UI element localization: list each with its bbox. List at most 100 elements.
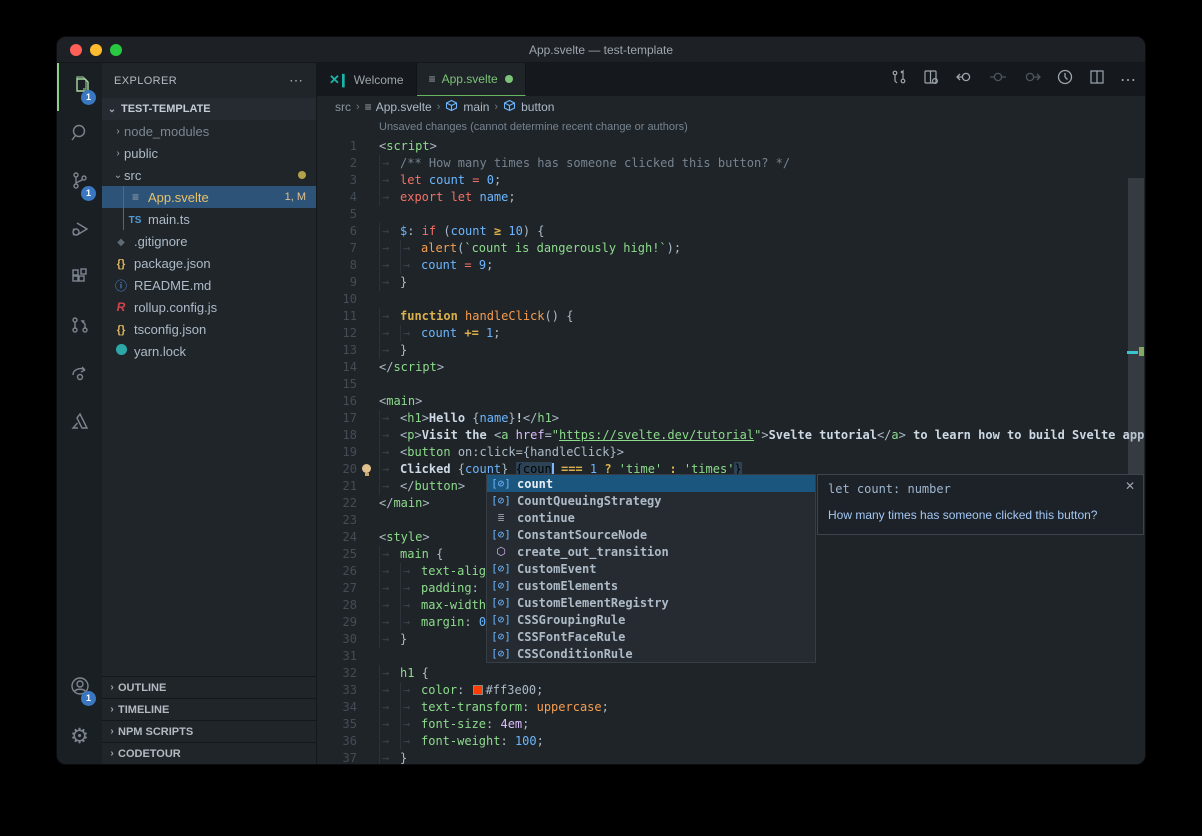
tree-item-label: README.md (134, 278, 211, 293)
section-timeline[interactable]: ›TIMELINE (102, 698, 316, 720)
suggest-item-create_out_transition[interactable]: ⬡create_out_transition (487, 543, 815, 560)
code-line-37[interactable]: 37→} (317, 750, 1145, 765)
breadcrumb-main[interactable]: main (463, 100, 489, 114)
code-line-4[interactable]: 4→export let name; (317, 189, 1145, 206)
line-number: 17 (317, 410, 357, 427)
title-bar[interactable]: App.svelte — test-template (57, 37, 1145, 63)
color-swatch[interactable] (473, 685, 483, 695)
split-editor-icon[interactable] (1088, 68, 1106, 91)
tab-welcome[interactable]: ✕❙ Welcome (317, 63, 417, 96)
code-line-14[interactable]: 14</script> (317, 359, 1145, 376)
settings-button[interactable]: ⚙ (57, 712, 102, 760)
tree-item-main-ts[interactable]: TSmain.ts (102, 208, 316, 230)
accounts-button[interactable]: 1 (57, 664, 102, 712)
breadcrumb-file[interactable]: App.svelte (376, 100, 432, 114)
code-line-17[interactable]: 17→<h1>Hello {name}!</h1> (317, 410, 1145, 427)
symbol-cube-icon: ⬡ (491, 545, 511, 558)
code-line-5[interactable]: 5 (317, 206, 1145, 223)
suggest-item-count[interactable]: [⊘]count (487, 475, 815, 492)
section-outline[interactable]: ›OUTLINE (102, 676, 316, 698)
sidebar-item-github-pull-requests[interactable] (57, 303, 102, 351)
code-line-1[interactable]: 1<script> (317, 138, 1145, 155)
run-debug-icon (68, 217, 92, 246)
code-line-19[interactable]: 19→<button on:click={handleClick}> (317, 444, 1145, 461)
line-number: 10 (317, 291, 357, 308)
step-back-icon[interactable] (954, 68, 974, 91)
tree-item-package-json[interactable]: {}package.json (102, 252, 316, 274)
sidebar-item-explorer[interactable]: 1 (57, 63, 102, 111)
tree-item--gitignore[interactable]: ◆.gitignore (102, 230, 316, 252)
suggest-item-customelements[interactable]: [⊘]customElements (487, 577, 815, 594)
section-npm-scripts[interactable]: ›NPM SCRIPTS (102, 720, 316, 742)
code-line-7[interactable]: 7→→alert(`count is dangerously high!`); (317, 240, 1145, 257)
code-line-3[interactable]: 3→let count = 0; (317, 172, 1145, 189)
tab-whitespace: → (400, 614, 421, 631)
suggest-item-cssconditionrule[interactable]: [⊘]CSSConditionRule (487, 645, 815, 662)
code-line-18[interactable]: 18→<p>Visit the <a href="https://svelte.… (317, 427, 1145, 444)
open-changes-icon[interactable] (890, 68, 908, 91)
code-line-9[interactable]: 9→} (317, 274, 1145, 291)
source-control-badge: 1 (81, 186, 96, 201)
code-line-11[interactable]: 11→function handleClick() { (317, 308, 1145, 325)
code-line-33[interactable]: 33→→color: #ff3e00; (317, 682, 1145, 699)
code-line-8[interactable]: 8→→count = 9; (317, 257, 1145, 274)
suggest-item-cssgroupingrule[interactable]: [⊘]CSSGroupingRule (487, 611, 815, 628)
tree-item-readme-md[interactable]: ⓘREADME.md (102, 274, 316, 296)
code-editor[interactable]: Unsaved changes (cannot determine recent… (317, 118, 1145, 764)
code-line-2[interactable]: 2→/** How many times has someone clicked… (317, 155, 1145, 172)
sidebar-item-live-share[interactable] (57, 351, 102, 399)
lightbulb-icon[interactable] (361, 464, 372, 475)
sidebar-item-source-control[interactable]: 1 (57, 159, 102, 207)
line-number: 16 (317, 393, 357, 410)
suggest-docs-panel: let count: number How many times has som… (817, 474, 1144, 535)
tree-item-tsconfig-json[interactable]: {}tsconfig.json (102, 318, 316, 340)
open-preview-icon[interactable] (922, 68, 940, 91)
more-actions-icon[interactable]: ⋯ (1120, 70, 1137, 90)
explorer-more-actions-button[interactable]: ⋯ (289, 72, 304, 89)
symbol-var-icon: [⊘] (491, 630, 511, 643)
code-line-34[interactable]: 34→→text-transform: uppercase; (317, 699, 1145, 716)
suggest-item-countqueuingstrategy[interactable]: [⊘]CountQueuingStrategy (487, 492, 815, 509)
workspace-root-folder[interactable]: ⌄ TEST-TEMPLATE (102, 98, 316, 120)
code-line-13[interactable]: 13→} (317, 342, 1145, 359)
suggest-item-customevent[interactable]: [⊘]CustomEvent (487, 560, 815, 577)
sidebar-item-run-debug[interactable] (57, 207, 102, 255)
code-line-36[interactable]: 36→→font-weight: 100; (317, 733, 1145, 750)
code-line-6[interactable]: 6→$: if (count ≥ 10) { (317, 223, 1145, 240)
breadcrumb-button[interactable]: button (521, 100, 554, 114)
suggest-item-continue[interactable]: ≣continue (487, 509, 815, 526)
suggest-item-constantsourcenode[interactable]: [⊘]ConstantSourceNode (487, 526, 815, 543)
code-line-12[interactable]: 12→→count += 1; (317, 325, 1145, 342)
editor-group: ✕❙ Welcome ≡ App.svelte ⋯ src › (317, 63, 1145, 764)
tree-item-public[interactable]: ›public (102, 142, 316, 164)
sidebar-item-azure[interactable] (57, 399, 102, 447)
code-line-10[interactable]: 10 (317, 291, 1145, 308)
tab-whitespace: → (379, 682, 400, 699)
modified-dot-icon[interactable] (505, 75, 513, 83)
line-number: 6 (317, 223, 357, 240)
code-line-32[interactable]: 32→h1 { (317, 665, 1145, 682)
tree-item-yarn-lock[interactable]: yarn.lock (102, 340, 316, 362)
section-codetour[interactable]: ›CODETOUR (102, 742, 316, 764)
chevron-right-icon: › (494, 101, 498, 113)
tree-item-src[interactable]: ⌄src (102, 164, 316, 186)
sidebar-item-search[interactable] (57, 111, 102, 159)
code-line-15[interactable]: 15 (317, 376, 1145, 393)
tab-app-svelte[interactable]: ≡ App.svelte (417, 63, 526, 96)
tree-item-app-svelte[interactable]: ≡App.svelte1, M (102, 186, 316, 208)
line-number: 31 (317, 648, 357, 665)
tree-item-rollup-config-js[interactable]: Rrollup.config.js (102, 296, 316, 318)
sidebar-item-extensions[interactable] (57, 255, 102, 303)
file-tree: ›node_modules›public⌄src≡App.svelte1, MT… (102, 120, 316, 362)
code-line-35[interactable]: 35→→font-size: 4em; (317, 716, 1145, 733)
tree-item-node-modules[interactable]: ›node_modules (102, 120, 316, 142)
suggest-item-customelementregistry[interactable]: [⊘]CustomElementRegistry (487, 594, 815, 611)
suggest-item-cssfontfacerule[interactable]: [⊘]CSSFontFaceRule (487, 628, 815, 645)
breadcrumb-src[interactable]: src (335, 100, 351, 114)
chevron-icon: ⌄ (112, 170, 124, 181)
editor-scrollbar[interactable] (1128, 178, 1144, 477)
timer-icon[interactable] (1056, 68, 1074, 91)
tab-whitespace: → (379, 580, 400, 597)
code-line-16[interactable]: 16<main> (317, 393, 1145, 410)
close-icon[interactable]: ✕ (1125, 479, 1135, 493)
